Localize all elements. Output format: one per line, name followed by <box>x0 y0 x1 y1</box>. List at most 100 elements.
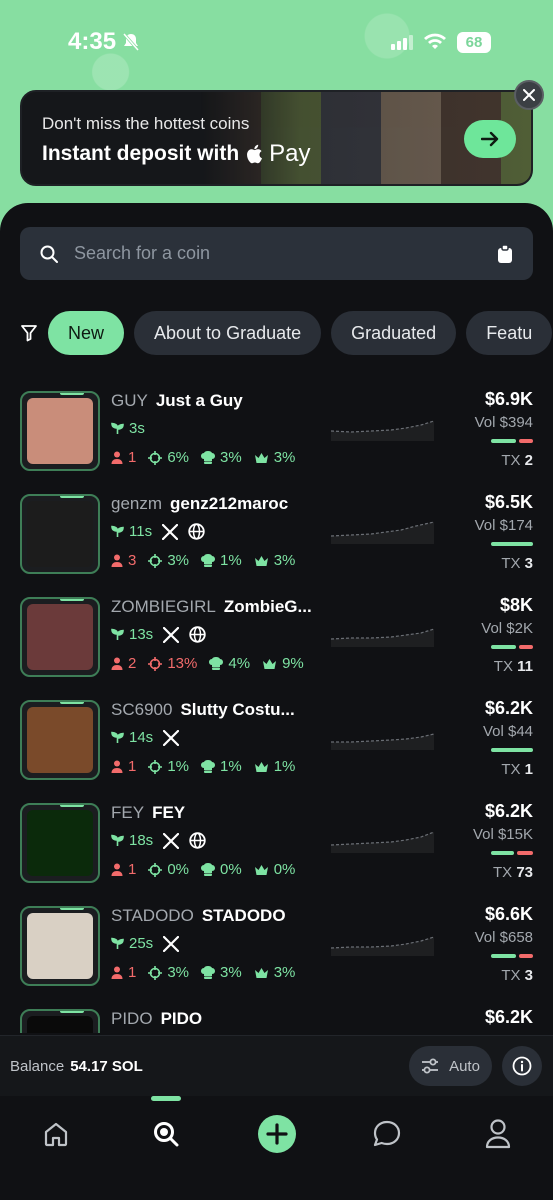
coin-name: Slutty Costu... <box>180 700 295 719</box>
nav-search[interactable] <box>146 1114 186 1154</box>
coin-row[interactable]: GUY Just a Guy 3s 1 6% 3% 3% $6.9K Vol $… <box>0 387 553 490</box>
tab-featured[interactable]: Featu <box>466 311 553 355</box>
coin-image <box>27 913 93 979</box>
crown-icon <box>254 864 268 875</box>
dev-pct: 1% <box>220 758 242 775</box>
coin-name: FEY <box>152 803 186 822</box>
nav-profile[interactable] <box>478 1114 518 1154</box>
search-bar[interactable]: Search for a coin <box>20 227 533 280</box>
coin-list: GUY Just a Guy 3s 1 6% 3% 3% $6.9K Vol $… <box>0 383 553 1033</box>
chat-icon <box>373 1120 401 1147</box>
buy-sell-bar <box>475 542 533 546</box>
sell-bar <box>519 439 533 443</box>
volume: Vol $658 <box>474 929 533 946</box>
price-sparkline <box>331 733 434 750</box>
coin-image <box>27 810 93 876</box>
top-holders-pct: 3% <box>273 964 296 981</box>
crosshair-icon <box>148 656 163 671</box>
x-icon[interactable] <box>162 523 179 540</box>
globe-icon[interactable] <box>189 626 206 643</box>
holder-count: 1 <box>128 758 137 775</box>
buy-sell-bar <box>475 954 533 958</box>
search-input[interactable]: Search for a coin <box>74 243 497 264</box>
buy-sell-bar <box>481 645 533 649</box>
coin-row[interactable]: FEY FEY 18s 1 0% 0% 0% $6.2K Vol $15K TX… <box>0 799 553 902</box>
coin-avatar[interactable] <box>20 906 100 986</box>
coin-row[interactable]: SC6900 Slutty Costu... 14s 1 1% 1% 1% $6… <box>0 696 553 799</box>
tab-graduated[interactable]: Graduated <box>331 311 457 355</box>
tx-count: 11 <box>517 658 533 675</box>
coin-row[interactable]: STADODO STADODO 25s 1 3% 3% 3% $6.6K Vol… <box>0 902 553 1005</box>
tab-about-to-graduate[interactable]: About to Graduate <box>134 311 322 355</box>
profile-icon <box>485 1119 511 1149</box>
coin-avatar[interactable] <box>20 803 100 883</box>
auto-label: Auto <box>449 1057 480 1075</box>
x-icon[interactable] <box>163 729 180 746</box>
promo-arrow-button[interactable] <box>464 120 516 158</box>
dev-pct: 1% <box>220 552 242 569</box>
dev-pct: 0% <box>220 861 242 878</box>
active-tab-indicator <box>151 1096 181 1101</box>
holder-count: 1 <box>128 964 137 981</box>
info-icon <box>512 1056 532 1076</box>
auto-settings-button[interactable]: Auto <box>409 1046 492 1086</box>
nav-create[interactable] <box>257 1114 297 1154</box>
promo-close-button[interactable] <box>514 80 544 110</box>
chef-hat-icon <box>201 966 216 979</box>
coin-ticker: genzm <box>111 494 163 513</box>
holders-icon <box>111 451 123 464</box>
coin-avatar[interactable] <box>20 1009 100 1033</box>
promo-headline: Don't miss the hottest coins <box>42 114 250 133</box>
promo-banner[interactable]: Don't miss the hottest coins Instant dep… <box>20 90 533 186</box>
coin-ticker: ZOMBIEGIRL <box>111 597 216 616</box>
coin-avatar[interactable] <box>20 597 100 677</box>
info-button[interactable] <box>502 1046 542 1086</box>
nav-home[interactable] <box>36 1114 76 1154</box>
buy-sell-bar <box>473 851 533 855</box>
coin-row[interactable]: ZOMBIEGIRL ZombieG... 13s 2 13% 4% 9% $8… <box>0 593 553 696</box>
globe-icon[interactable] <box>189 832 206 849</box>
buy-bar <box>491 748 533 752</box>
coin-row[interactable]: genzm genz212maroc 11s 3 3% 1% 3% $6.5K … <box>0 490 553 593</box>
tab-new[interactable]: New <box>48 311 125 355</box>
sprout-icon <box>111 834 124 846</box>
x-icon[interactable] <box>163 832 180 849</box>
x-icon[interactable] <box>163 935 180 952</box>
coin-image <box>27 604 93 670</box>
coin-age: 11s <box>129 523 153 540</box>
coin-name: STADODO <box>201 906 286 925</box>
nav-chat[interactable] <box>367 1114 407 1154</box>
close-icon <box>523 89 535 101</box>
coin-age: 14s <box>129 729 154 746</box>
globe-icon[interactable] <box>188 523 205 540</box>
buy-bar <box>491 439 516 443</box>
sniper-pct: 1% <box>167 758 190 775</box>
arrow-right-icon <box>481 131 499 147</box>
buy-bar <box>491 954 516 958</box>
filter-button[interactable] <box>20 324 38 342</box>
chef-hat-icon <box>201 451 216 464</box>
clipboard-paste-icon[interactable] <box>497 244 513 263</box>
volume: Vol $174 <box>474 517 533 534</box>
price-sparkline <box>331 420 434 441</box>
x-icon[interactable] <box>163 626 180 643</box>
market-cap: $6.9K <box>484 389 533 409</box>
coin-name: Just a Guy <box>155 391 243 410</box>
buy-bar <box>491 851 514 855</box>
sell-bar <box>519 954 533 958</box>
coin-avatar[interactable] <box>20 391 100 471</box>
holders-icon <box>111 966 123 979</box>
top-holders-pct: 9% <box>282 655 304 672</box>
coin-row[interactable]: PIDO PIDO $6.2K <box>0 1005 553 1033</box>
apple-pay-label: Pay <box>269 140 311 167</box>
wifi-icon <box>424 33 446 49</box>
coin-image <box>27 1016 93 1033</box>
coin-avatar[interactable] <box>20 700 100 780</box>
coin-avatar[interactable] <box>20 494 100 574</box>
holder-count: 2 <box>128 655 137 672</box>
search-icon <box>40 245 58 263</box>
holder-count: 1 <box>128 861 137 878</box>
chef-hat-icon <box>201 760 216 773</box>
buy-bar <box>491 542 533 546</box>
bell-muted-icon <box>122 33 140 51</box>
